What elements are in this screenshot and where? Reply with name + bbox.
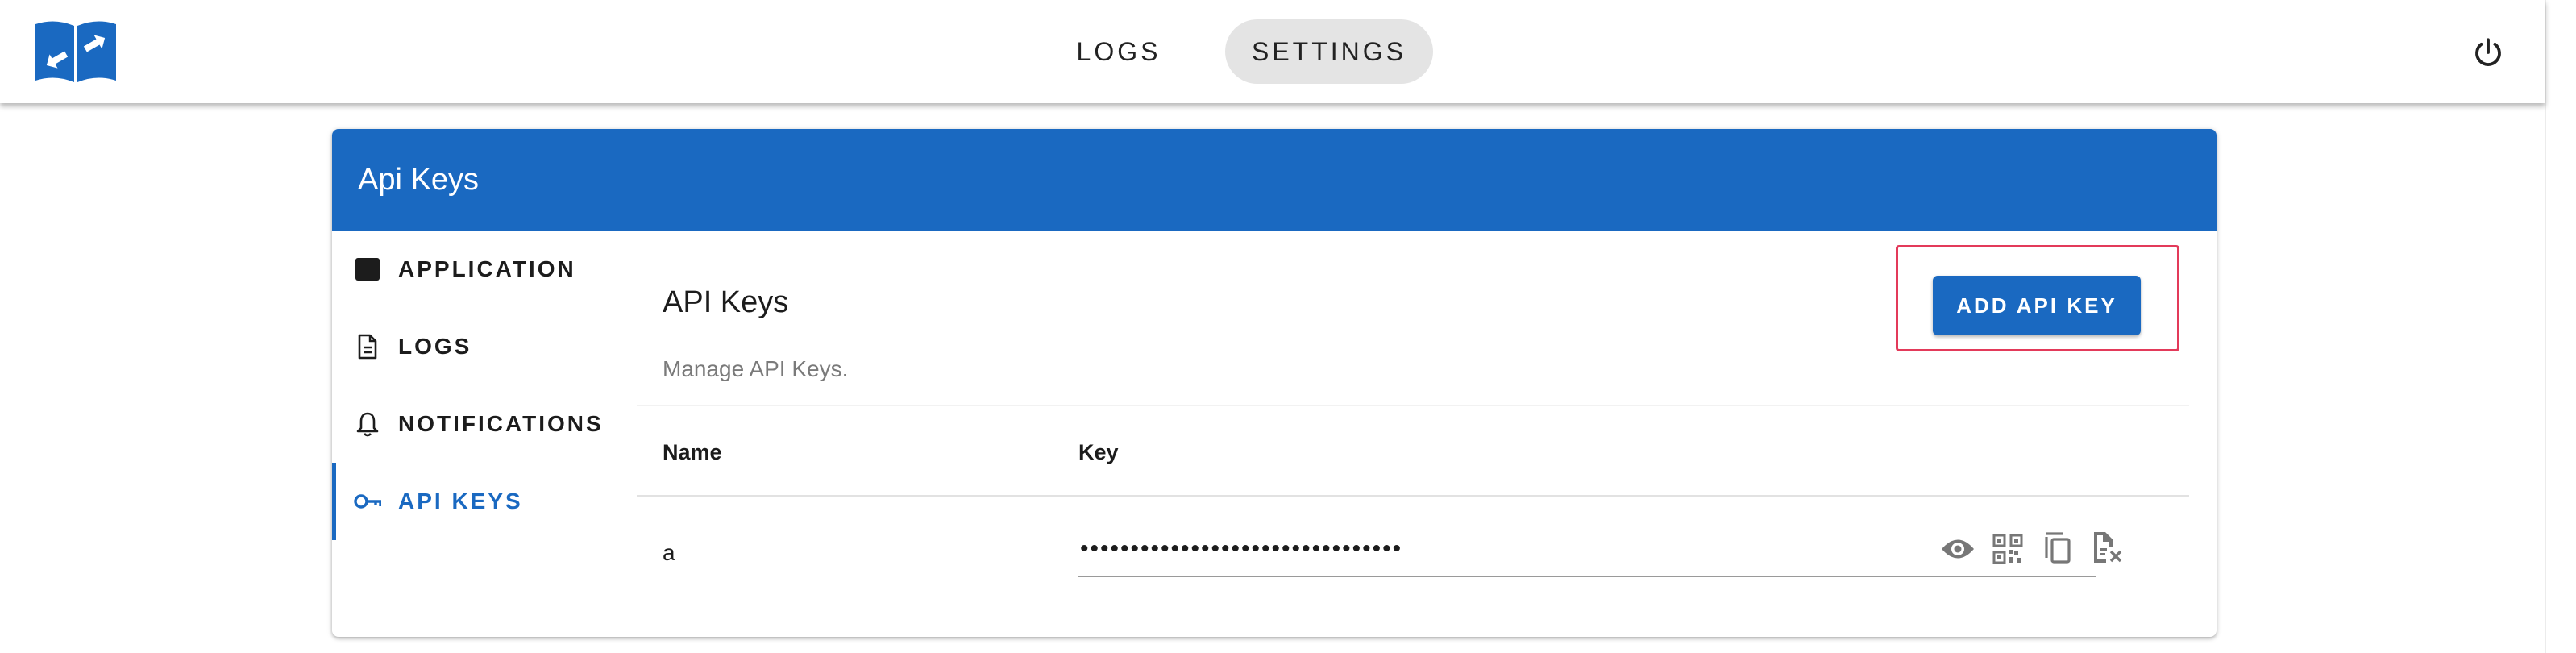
api-key-input[interactable]: [1078, 529, 1933, 569]
nav-tab-logs-label: LOGS: [1076, 36, 1161, 66]
key-icon: [353, 487, 382, 516]
column-header-name: Name: [663, 440, 722, 464]
bell-icon: [353, 410, 382, 439]
column-header-key: Key: [1078, 440, 1119, 464]
file-remove-icon[interactable]: [2089, 529, 2126, 566]
sidebar-item-label: APPLICATION: [398, 256, 576, 281]
sidebar-item-api-keys[interactable]: API KEYS: [332, 463, 630, 540]
api-key-name-cell: a: [663, 540, 675, 565]
card-header: Api Keys: [332, 129, 2217, 231]
top-app-bar: LOGS SETTINGS: [0, 0, 2545, 103]
sidebar-item-notifications[interactable]: NOTIFICATIONS: [332, 385, 630, 463]
sidebar-item-logs[interactable]: LOGS: [332, 308, 630, 385]
app-logo-icon[interactable]: [34, 19, 118, 84]
nav-tab-logs[interactable]: LOGS: [1054, 19, 1183, 84]
settings-card: Api Keys APPLICATION LOGS NOTIFICATIONS …: [332, 129, 2217, 637]
window-icon: [353, 255, 382, 284]
sidebar-item-application[interactable]: APPLICATION: [332, 231, 630, 308]
card-header-title: Api Keys: [358, 162, 479, 197]
add-api-key-button[interactable]: ADD API KEY: [1933, 276, 2141, 335]
copy-icon[interactable]: [2039, 529, 2076, 566]
section-title: API Keys: [663, 285, 789, 319]
eye-icon[interactable]: [1939, 530, 1976, 568]
file-document-icon: [353, 332, 382, 361]
sidebar-item-label: LOGS: [398, 334, 472, 359]
nav-tab-settings-label: SETTINGS: [1251, 36, 1406, 66]
divider: [637, 405, 2189, 406]
scrollbar-track[interactable]: [2545, 0, 2576, 653]
sidebar-item-label: NOTIFICATIONS: [398, 411, 604, 436]
section-subtitle: Manage API Keys.: [663, 356, 849, 381]
divider: [637, 495, 2189, 497]
power-icon[interactable]: [2471, 35, 2505, 69]
qr-code-icon[interactable]: [1989, 530, 2026, 568]
nav-tab-settings[interactable]: SETTINGS: [1225, 19, 1433, 84]
sidebar-item-label: API KEYS: [398, 489, 523, 514]
